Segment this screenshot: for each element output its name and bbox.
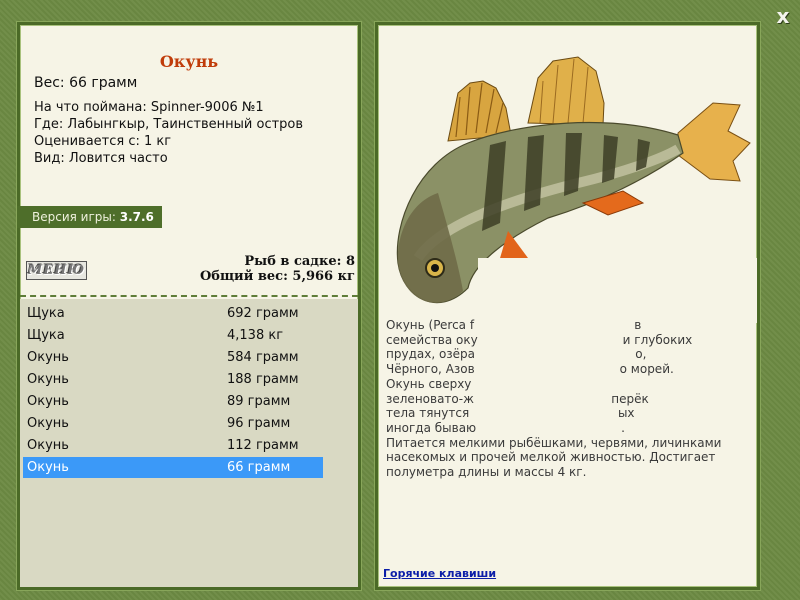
description-line: тела тянутся ых [386, 406, 635, 421]
description-line: полуметра длины и массы 4 кг. [386, 465, 587, 480]
detail-frequency: Вид: Ловится часто [34, 151, 168, 166]
description-line: Питается мелкими рыбёшками, червями, лич… [386, 435, 722, 450]
version-value: 3.7.6 [119, 210, 154, 224]
keepnet-total-weight: Общий вес: 5,966 кг [199, 269, 355, 284]
list-item[interactable]: Окунь 89 грамм [23, 391, 323, 412]
keepnet-count: Рыб в садке: 8 [244, 254, 355, 269]
description-line: прудах, озёра о, [386, 347, 647, 362]
description-line: иногда бываю . [386, 420, 625, 435]
list-item-weight: 584 грамм [227, 350, 299, 365]
list-item-name: Окунь [27, 438, 69, 453]
divider [20, 295, 358, 297]
catch-details: На что поймана: Spinner-9006 №1 Где: Лаб… [34, 99, 303, 167]
detail-bait: На что поймана: Spinner-9006 №1 [34, 100, 264, 115]
list-item-weight: 66 грамм [227, 460, 291, 475]
list-item-name: Окунь [27, 372, 69, 387]
list-item-name: Щука [27, 306, 65, 321]
list-item-weight: 188 грамм [227, 372, 299, 387]
list-item[interactable]: Щука 4,138 кг [23, 325, 323, 346]
list-item-weight: 692 грамм [227, 306, 299, 321]
description-line: Чёрного, Азов о морей. [386, 362, 674, 377]
catch-info-panel: Окунь Вес: 66 грамм На что поймана: Spin… [17, 22, 361, 590]
description-line: зеленовато-ж перёк [386, 391, 649, 406]
fish-title: Окунь [159, 52, 219, 71]
perch-illustration [396, 56, 757, 323]
list-item-name: Щука [27, 328, 65, 343]
version-label: Версия игры: [32, 210, 116, 224]
fish-encyclopedia-panel: Окунь (Perca f в семейства оку и глубоки… [375, 22, 760, 590]
detail-valued-from: Оценивается с: 1 кг [34, 134, 172, 149]
hotkeys-link[interactable]: Горячие клавиши [383, 567, 496, 580]
fish-weight: Вес: 66 грамм [34, 75, 138, 91]
list-item-weight: 89 грамм [227, 394, 291, 409]
list-item[interactable]: Окунь 584 грамм [23, 347, 323, 368]
description-line: Окунь (Perca f в [386, 318, 642, 332]
close-button[interactable]: x [770, 4, 796, 28]
list-item-name: Окунь [27, 416, 69, 431]
fish-description: Окунь (Perca f в семейства оку и глубоки… [386, 318, 751, 480]
keepnet-stats: Рыб в садке: 8 Общий вес: 5,966 кг [200, 254, 355, 284]
list-item-weight: 4,138 кг [227, 328, 284, 343]
version-badge: Версия игры: 3.7.6 [17, 206, 162, 228]
list-item[interactable]: Окунь 112 грамм [23, 435, 323, 456]
list-item[interactable]: Окунь 96 грамм [23, 413, 323, 434]
detail-location: Где: Лабынгкыр, Таинственный остров [34, 117, 304, 132]
description-line: Окунь сверху [386, 376, 472, 391]
description-line: насекомых и прочей мелкой живностью. Дос… [386, 450, 716, 465]
catch-list: Щука 692 грамм Щука 4,138 кг Окунь 584 г… [20, 299, 358, 587]
list-item-weight: 96 грамм [227, 416, 291, 431]
list-item-name: Окунь [27, 460, 69, 475]
description-line: семейства оку и глубоких [386, 332, 693, 347]
close-icon: x [776, 4, 790, 28]
list-item-name: Окунь [27, 394, 69, 409]
list-item[interactable]: Окунь 188 грамм [23, 369, 323, 390]
list-item-selected[interactable]: Окунь 66 грамм [23, 457, 323, 478]
list-item-weight: 112 грамм [227, 438, 299, 453]
menu-button[interactable]: МЕНЮ [26, 261, 87, 280]
list-item[interactable]: Щука 692 грамм [23, 303, 323, 324]
list-item-name: Окунь [27, 350, 69, 365]
